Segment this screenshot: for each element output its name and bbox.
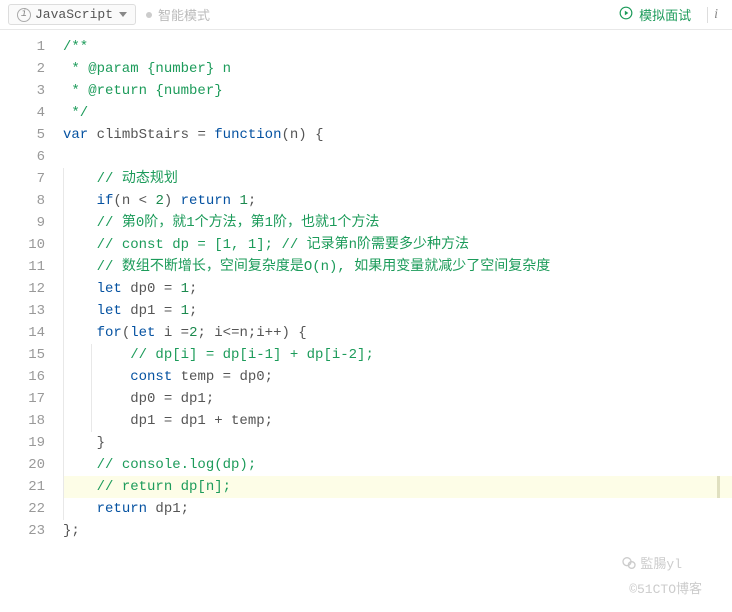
line-number: 4 <box>0 102 45 124</box>
wechat-icon <box>621 555 637 571</box>
line-number: 20 <box>0 454 45 476</box>
code-line[interactable]: }; <box>63 520 732 542</box>
line-gutter: 1234567891011121314151617181920212223 <box>0 30 55 612</box>
code-line[interactable]: let dp1 = 1; <box>63 300 732 322</box>
mode-text: 智能模式 <box>158 5 210 24</box>
code-line[interactable]: * @param {number} n <box>63 58 732 80</box>
code-line[interactable]: if(n < 2) return 1; <box>63 190 732 212</box>
code-line[interactable]: */ <box>63 102 732 124</box>
info-button[interactable]: i <box>707 7 724 23</box>
code-line[interactable]: } <box>63 432 732 454</box>
code-line[interactable]: var climbStairs = function(n) { <box>63 124 732 146</box>
play-icon <box>619 6 633 24</box>
line-number: 21 <box>0 476 45 498</box>
line-number: 15 <box>0 344 45 366</box>
language-label: JavaScript <box>35 7 113 22</box>
code-line[interactable]: // return dp[n]; <box>63 476 732 498</box>
code-editor[interactable]: 1234567891011121314151617181920212223 /*… <box>0 30 732 612</box>
code-line[interactable]: // const dp = [1, 1]; // 记录第n阶需要多少种方法 <box>63 234 732 256</box>
code-line[interactable]: dp1 = dp1 + temp; <box>63 410 732 432</box>
line-number: 10 <box>0 234 45 256</box>
line-number: 6 <box>0 146 45 168</box>
mock-interview-button[interactable]: 模拟面试 <box>619 5 691 24</box>
line-number: 18 <box>0 410 45 432</box>
line-number: 7 <box>0 168 45 190</box>
line-number: 9 <box>0 212 45 234</box>
line-number: 12 <box>0 278 45 300</box>
line-number: 5 <box>0 124 45 146</box>
mode-indicator: 智能模式 <box>146 5 210 24</box>
info-icon: i <box>17 8 31 22</box>
line-number: 1 <box>0 36 45 58</box>
code-line[interactable] <box>63 146 732 168</box>
code-line[interactable]: return dp1; <box>63 498 732 520</box>
interview-label: 模拟面试 <box>639 5 691 24</box>
code-line[interactable]: // dp[i] = dp[i-1] + dp[i-2]; <box>63 344 732 366</box>
line-number: 14 <box>0 322 45 344</box>
line-number: 19 <box>0 432 45 454</box>
mode-dot-icon <box>146 12 152 18</box>
code-line[interactable]: // 数组不断增长，空间复杂度是O(n), 如果用变量就减少了空间复杂度 <box>63 256 732 278</box>
code-line[interactable]: // 动态规划 <box>63 168 732 190</box>
watermark-site: ©51CTO博客 <box>629 578 702 597</box>
code-line[interactable]: // 第0阶，就1个方法，第1阶，也就1个方法 <box>63 212 732 234</box>
line-number: 8 <box>0 190 45 212</box>
language-select[interactable]: i JavaScript <box>8 4 136 25</box>
line-number: 17 <box>0 388 45 410</box>
code-line[interactable]: dp0 = dp1; <box>63 388 732 410</box>
code-content[interactable]: /** * @param {number} n * @return {numbe… <box>55 30 732 612</box>
line-number: 11 <box>0 256 45 278</box>
code-line[interactable]: for(let i =2; i<=n;i++) { <box>63 322 732 344</box>
code-line[interactable]: let dp0 = 1; <box>63 278 732 300</box>
code-line[interactable]: * @return {number} <box>63 80 732 102</box>
line-number: 16 <box>0 366 45 388</box>
line-number: 3 <box>0 80 45 102</box>
code-line[interactable]: const temp = dp0; <box>63 366 732 388</box>
line-number: 13 <box>0 300 45 322</box>
line-number: 2 <box>0 58 45 80</box>
chevron-down-icon <box>119 12 127 17</box>
line-number: 22 <box>0 498 45 520</box>
line-number: 23 <box>0 520 45 542</box>
code-line[interactable]: /** <box>63 36 732 58</box>
watermark-author: 監腸yl <box>621 553 682 572</box>
code-line[interactable]: // console.log(dp); <box>63 454 732 476</box>
editor-toolbar: i JavaScript 智能模式 模拟面试 i <box>0 0 732 30</box>
